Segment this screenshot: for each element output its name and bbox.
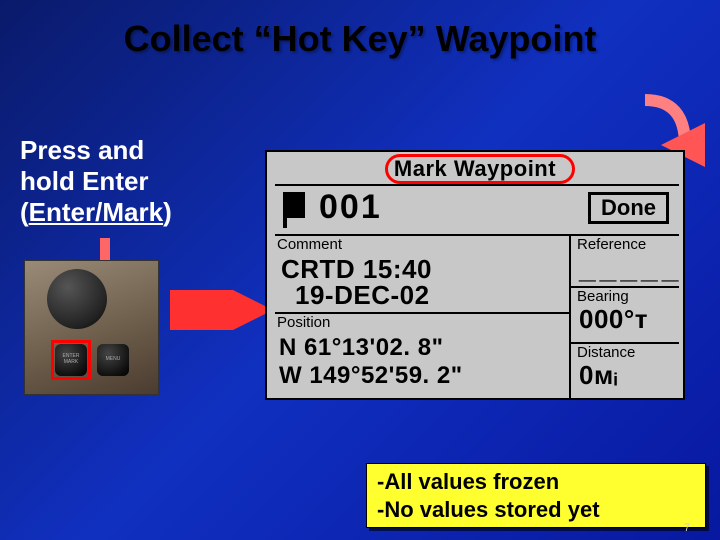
done-button[interactable]: Done bbox=[588, 192, 669, 224]
note-box: -All values frozen -No values stored yet bbox=[366, 463, 706, 528]
note-line2: -No values stored yet bbox=[377, 496, 695, 524]
instr-line1: Press and bbox=[20, 135, 144, 165]
comment-label: Comment bbox=[277, 236, 342, 253]
gps-menu-button: MENU bbox=[97, 344, 129, 376]
paren-open: ( bbox=[20, 197, 29, 227]
gps-device-photo: ENTER MARK MENU bbox=[24, 260, 159, 395]
paren-close: ) bbox=[163, 197, 172, 227]
gps-round-button bbox=[47, 269, 107, 329]
slide-title: Collect “Hot Key” Waypoint bbox=[0, 18, 720, 60]
gps-screen: Mark Waypoint 001 Done Comment CRTD 15:4… bbox=[265, 150, 685, 400]
note-line1: -All values frozen bbox=[377, 468, 695, 496]
comment-line2: 19-DEC-02 bbox=[295, 280, 430, 311]
waypoint-id: 001 bbox=[319, 188, 382, 227]
latitude-value: N 61°13'02. 8" bbox=[279, 334, 443, 362]
arrow-right-icon bbox=[170, 290, 265, 330]
instr-line2: hold Enter bbox=[20, 166, 149, 196]
divider bbox=[569, 234, 571, 400]
waypoint-flag-icon bbox=[283, 192, 305, 218]
bearing-value: 000°ᴛ bbox=[579, 304, 648, 335]
longitude-value: W 149°52'59. 2" bbox=[279, 362, 463, 390]
enter-mark-label: Enter/Mark bbox=[29, 197, 163, 227]
enter-highlight-box bbox=[51, 340, 91, 380]
distance-value: 0ᴍᵢ bbox=[579, 360, 618, 391]
distance-label: Distance bbox=[577, 344, 635, 361]
reference-label: Reference bbox=[577, 236, 646, 253]
reference-value: _____ bbox=[579, 252, 682, 286]
page-number: 7 bbox=[684, 522, 690, 534]
divider bbox=[275, 184, 679, 186]
instruction-text: Press and hold Enter (Enter/Mark) bbox=[20, 135, 250, 229]
bearing-label: Bearing bbox=[577, 288, 629, 305]
title-highlight-oval bbox=[385, 154, 575, 184]
position-label: Position bbox=[277, 314, 330, 331]
